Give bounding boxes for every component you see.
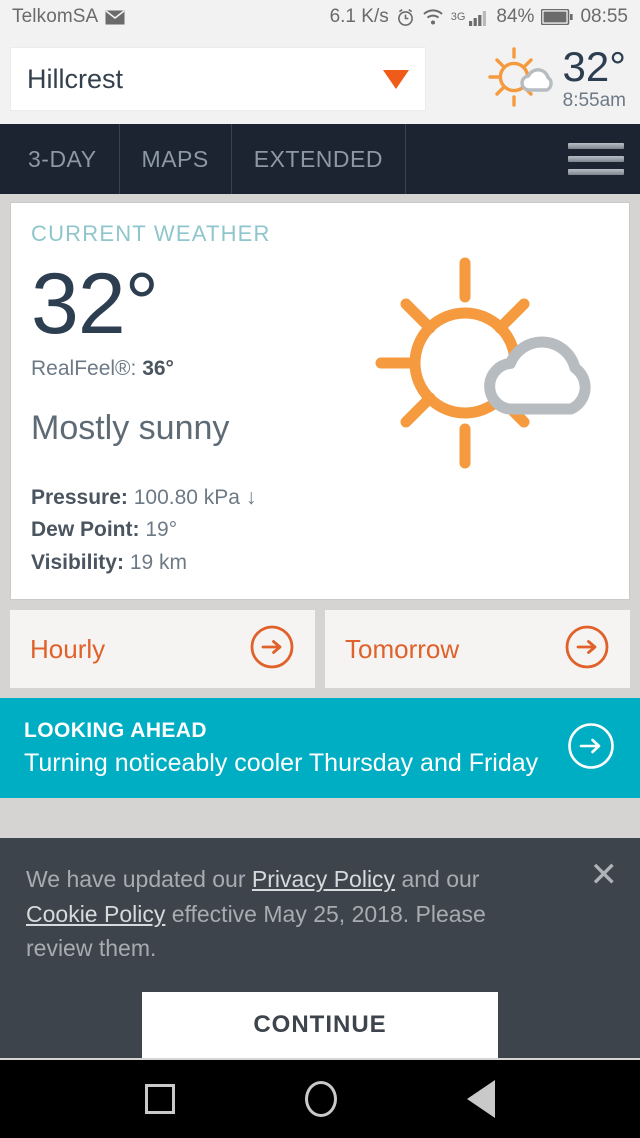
carrier-label: TelkomSA bbox=[12, 6, 99, 27]
hamburger-menu-icon[interactable] bbox=[552, 124, 640, 194]
detail-dew-point: Dew Point: 19° bbox=[31, 514, 609, 547]
square-recents-icon[interactable] bbox=[145, 1084, 175, 1114]
network-type-label: 3G bbox=[450, 11, 466, 23]
current-weather-card[interactable]: CURRENT WEATHER 32° RealFeel®: 36° Mostl… bbox=[10, 202, 630, 601]
arrow-right-circle-icon[interactable] bbox=[566, 721, 616, 776]
detail-pressure-label: Pressure: bbox=[31, 485, 128, 509]
looking-ahead-kicker: LOOKING AHEAD bbox=[24, 718, 207, 742]
clock-label: 08:55 bbox=[580, 6, 628, 27]
battery-icon bbox=[541, 9, 574, 25]
caret-down-icon[interactable] bbox=[383, 69, 409, 89]
header-temperature: 32° bbox=[562, 43, 626, 90]
tab-extended-label: EXTENDED bbox=[253, 145, 383, 172]
looking-ahead-text: LOOKING AHEAD Turning noticeably cooler … bbox=[24, 719, 566, 778]
realfeel-value: 36° bbox=[142, 356, 174, 380]
tab-bar: 3-DAY MAPS EXTENDED bbox=[0, 124, 640, 194]
sun-behind-cloud-icon bbox=[488, 46, 562, 113]
arrow-right-circle-icon bbox=[564, 624, 610, 675]
main-content: CURRENT WEATHER 32° RealFeel®: 36° Mostl… bbox=[0, 194, 640, 799]
tab-maps[interactable]: MAPS bbox=[120, 124, 232, 194]
header-current-conditions[interactable]: 32° 8:55am bbox=[426, 46, 630, 113]
detail-dew-point-label: Dew Point: bbox=[31, 518, 140, 542]
location-name: Hillcrest bbox=[27, 63, 124, 94]
tab-3-day[interactable]: 3-DAY bbox=[0, 124, 120, 194]
triangle-back-icon[interactable] bbox=[467, 1080, 495, 1118]
detail-visibility: Visibility: 19 km bbox=[31, 547, 609, 580]
privacy-text-2: and our bbox=[395, 866, 480, 893]
tomorrow-link[interactable]: Tomorrow bbox=[325, 610, 630, 689]
quick-links-row: Hourly Tomorrow bbox=[10, 610, 630, 689]
tab-3-day-label: 3-DAY bbox=[28, 145, 97, 172]
location-header: Hillcrest 32° 8:55am bbox=[0, 34, 640, 124]
arrow-right-circle-icon bbox=[249, 624, 295, 675]
privacy-policy-text: We have updated our Privacy Policy and o… bbox=[26, 862, 546, 966]
detail-pressure: Pressure: 100.80 kPa ↓ bbox=[31, 482, 609, 515]
status-bar-right: 6.1 K/s 3G 84% 08:55 bbox=[330, 6, 628, 28]
continue-button[interactable]: CONTINUE bbox=[142, 991, 498, 1058]
hamburger-bar-3 bbox=[568, 169, 624, 175]
tab-extended[interactable]: EXTENDED bbox=[232, 124, 406, 194]
alarm-icon bbox=[396, 8, 415, 27]
detail-visibility-value: 19 km bbox=[129, 550, 188, 574]
privacy-policy-link[interactable]: Privacy Policy bbox=[252, 866, 395, 892]
header-temp-block: 32° 8:55am bbox=[562, 46, 626, 112]
circle-home-icon[interactable] bbox=[305, 1081, 337, 1117]
privacy-policy-banner: ✕ We have updated our Privacy Policy and… bbox=[0, 838, 640, 1059]
tab-bar-spacer bbox=[406, 124, 552, 194]
hamburger-bar-2 bbox=[568, 156, 624, 162]
looking-ahead-banner[interactable]: LOOKING AHEAD Turning noticeably cooler … bbox=[0, 698, 640, 799]
current-details: Pressure: 100.80 kPa ↓ Dew Point: 19° Vi… bbox=[31, 482, 609, 580]
hamburger-bar-1 bbox=[568, 143, 624, 149]
current-weather-title: CURRENT WEATHER bbox=[31, 221, 271, 246]
signal-bars-icon bbox=[469, 9, 489, 26]
hourly-link-label: Hourly bbox=[30, 633, 106, 664]
battery-percent-label: 84% bbox=[496, 6, 535, 27]
looking-ahead-body: Turning noticeably cooler Thursday and F… bbox=[24, 748, 539, 777]
header-observed-time: 8:55am bbox=[562, 90, 626, 111]
tomorrow-link-label: Tomorrow bbox=[345, 633, 460, 664]
hourly-link[interactable]: Hourly bbox=[10, 610, 315, 689]
status-bar: TelkomSA 6.1 K/s 3G 84% 08:55 bbox=[0, 0, 640, 34]
network-speed-label: 6.1 K/s bbox=[329, 6, 389, 27]
detail-pressure-value: 100.80 kPa ↓ bbox=[133, 485, 257, 509]
realfeel-label: RealFeel®: bbox=[31, 356, 143, 380]
location-select[interactable]: Hillcrest bbox=[10, 47, 426, 111]
content-gap bbox=[0, 798, 640, 839]
detail-dew-point-value: 19° bbox=[145, 518, 178, 542]
android-navigation-bar bbox=[0, 1060, 640, 1138]
detail-visibility-label: Visibility: bbox=[31, 550, 124, 574]
close-icon[interactable]: ✕ bbox=[590, 858, 619, 892]
mail-icon bbox=[105, 9, 125, 25]
cookie-policy-link[interactable]: Cookie Policy bbox=[26, 901, 165, 927]
status-bar-left: TelkomSA bbox=[12, 6, 125, 28]
wifi-icon bbox=[422, 8, 444, 26]
sun-behind-cloud-icon bbox=[373, 255, 605, 476]
privacy-text-1: We have updated our bbox=[26, 866, 252, 893]
tab-maps-label: MAPS bbox=[141, 145, 209, 172]
